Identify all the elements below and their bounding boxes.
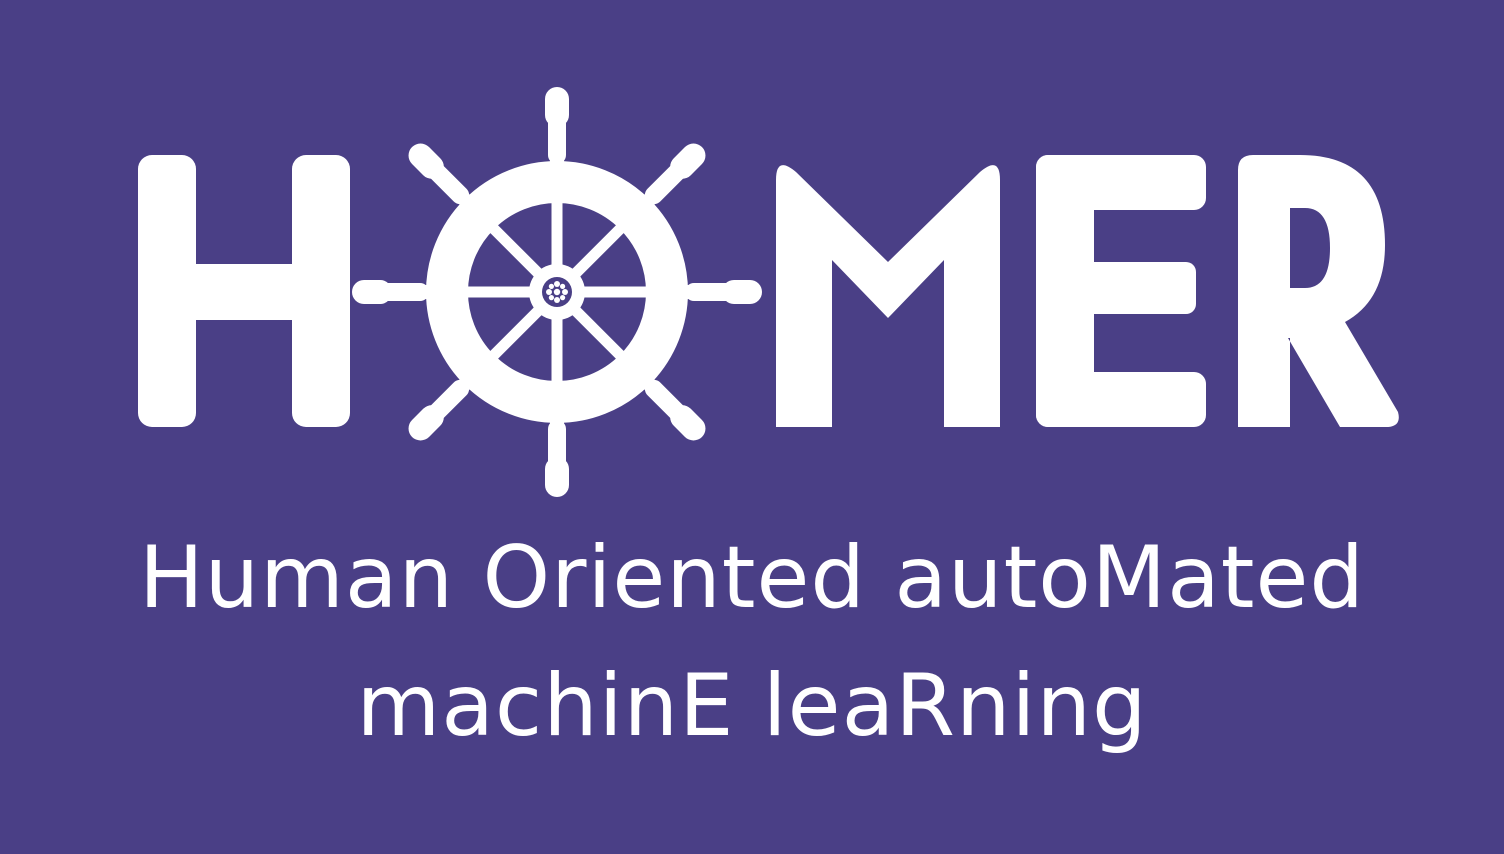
logo-letter-r — [1238, 155, 1399, 427]
logo-letter-m — [776, 165, 1000, 427]
ship-wheel-icon — [352, 87, 762, 497]
tagline-line-1: Human Oriented autoMated — [138, 528, 1366, 628]
logo-letter-h — [138, 155, 350, 427]
homer-logo — [138, 87, 1399, 497]
tagline-line-2: machinE leaRning — [356, 656, 1148, 756]
logo-letter-e — [1036, 155, 1206, 427]
